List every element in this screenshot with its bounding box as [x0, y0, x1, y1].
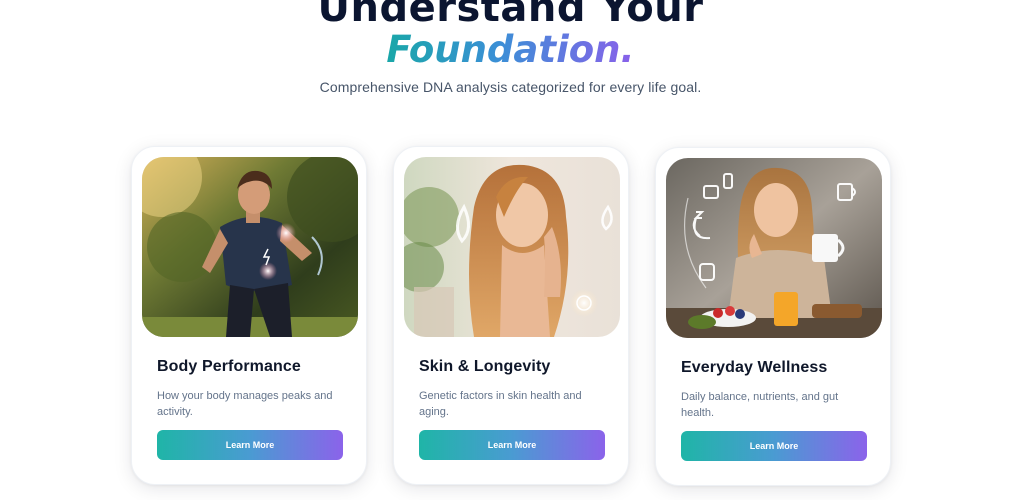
card-image-woman-skin	[404, 157, 620, 337]
card-description: Daily balance, nutrients, and gut health…	[681, 391, 839, 419]
card-title: Skin & Longevity	[419, 358, 551, 375]
card-body-performance: Body Performance How your body manages p…	[131, 146, 367, 485]
card-image-running-man	[142, 157, 358, 337]
card-image-woman-coffee	[666, 158, 882, 338]
hero-title-accent: Foundation.	[386, 28, 635, 71]
woman-with-coffee-breakfast-photo	[666, 158, 882, 338]
card-title: Body Performance	[157, 358, 301, 375]
card-skin-longevity: Skin & Longevity Genetic factors in skin…	[393, 146, 629, 485]
hero-subtitle: Comprehensive DNA analysis categorized f…	[319, 79, 702, 95]
card-description: Genetic factors in skin health and aging…	[419, 390, 582, 418]
woman-touching-face-photo	[404, 157, 620, 337]
learn-more-button[interactable]: Learn More	[681, 431, 867, 461]
hero-title-line1: Understand Your	[317, 0, 704, 31]
running-man-photo	[142, 157, 358, 337]
card-description: How your body manages peaks and activity…	[157, 390, 333, 418]
card-title: Everyday Wellness	[681, 359, 828, 376]
card-everyday-wellness: Everyday Wellness Daily balance, nutrien…	[655, 147, 891, 486]
learn-more-button[interactable]: Learn More	[419, 430, 605, 460]
hero-title-line2: Foundation.	[0, 28, 1021, 71]
learn-more-button[interactable]: Learn More	[157, 430, 343, 460]
